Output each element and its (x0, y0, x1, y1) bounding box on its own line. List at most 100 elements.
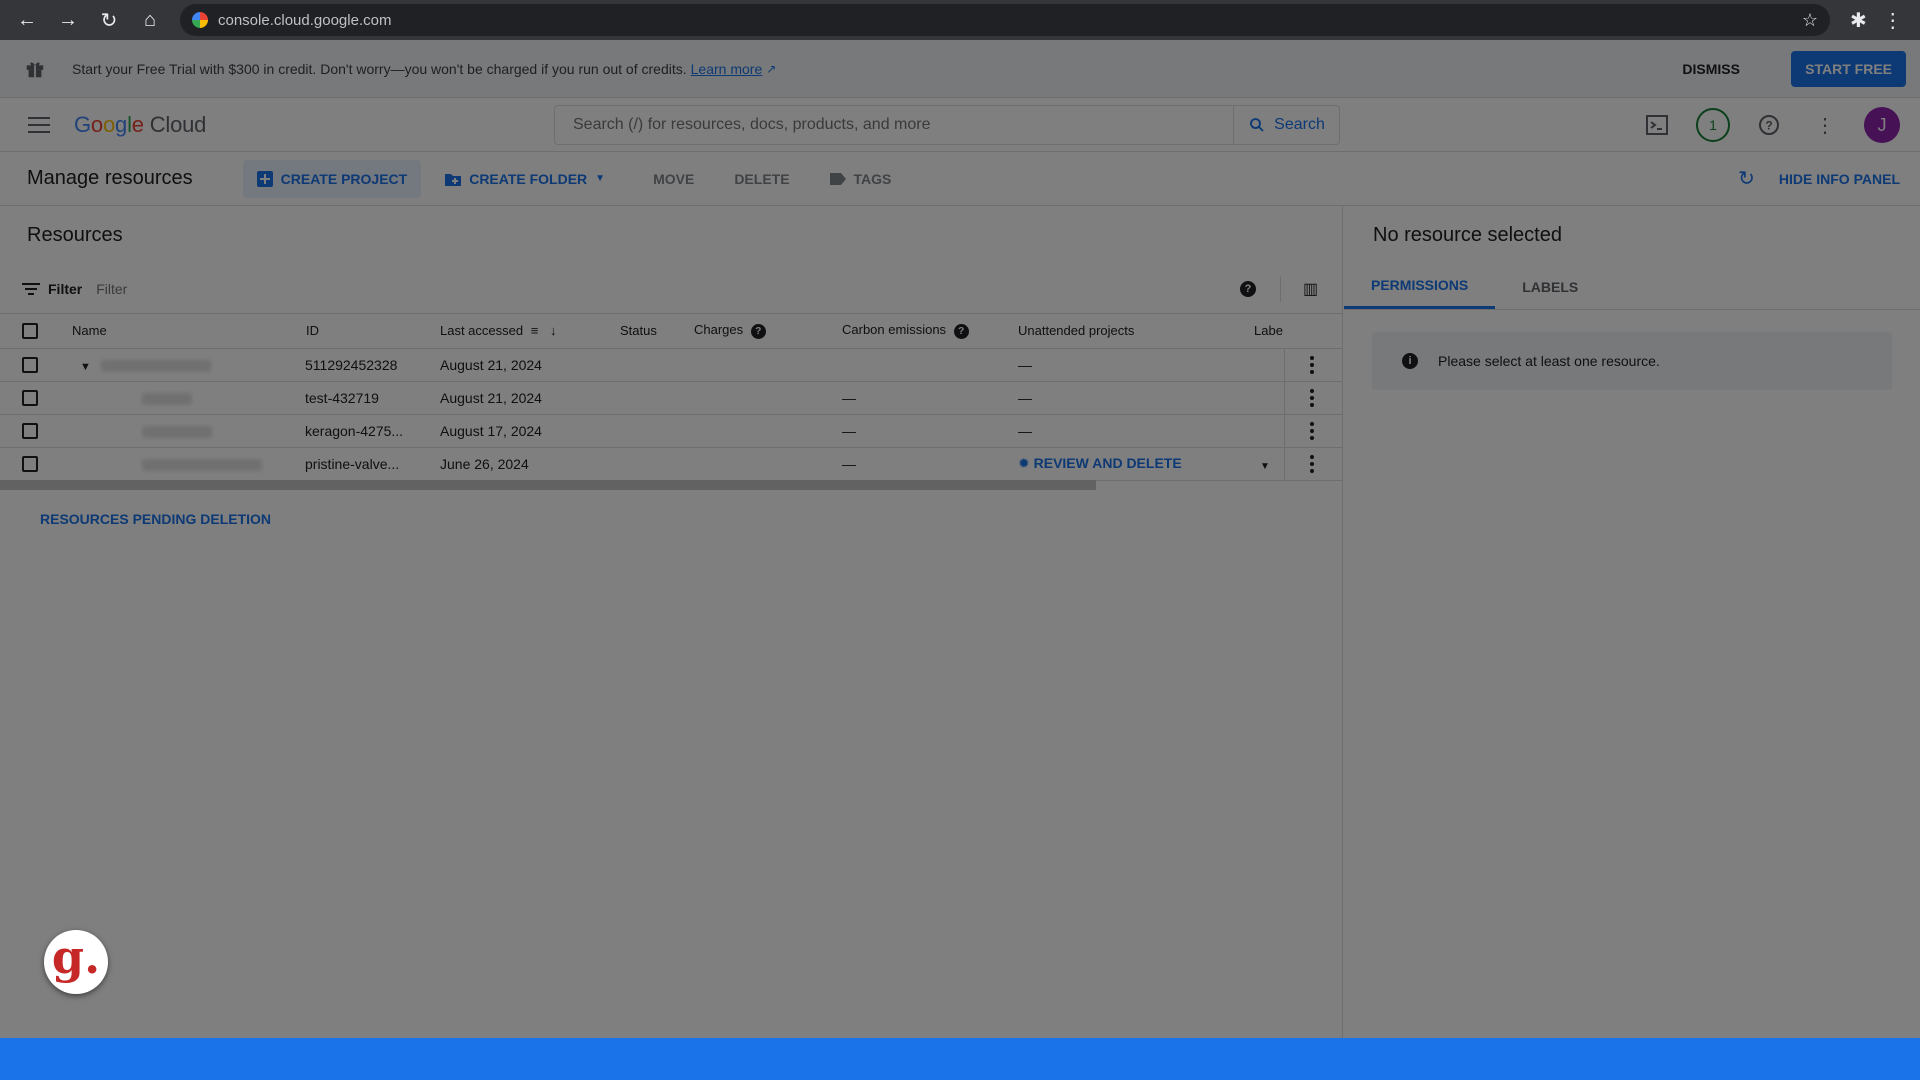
delete-button[interactable]: DELETE (720, 160, 803, 198)
tags-button[interactable]: TAGS (816, 160, 906, 198)
column-display-icon[interactable]: ▥ (1303, 279, 1318, 299)
refresh-icon[interactable]: ↻ (1738, 166, 1755, 191)
hide-info-panel-button[interactable]: HIDE INFO PANEL (1779, 171, 1900, 187)
column-carbon-emissions[interactable]: Carbon emissions ? (842, 314, 1018, 349)
project-name-redacted[interactable] (100, 359, 211, 372)
filter-icon (22, 282, 40, 295)
table-header-row: Name ID Last accessed ≡ ↓ Status Charges… (0, 314, 1344, 349)
external-link-icon: ↗ (766, 61, 777, 76)
cloud-shell-icon[interactable] (1640, 108, 1674, 142)
column-labels[interactable]: Labe (1254, 314, 1344, 349)
tab-permissions[interactable]: PERMISSIONS (1344, 264, 1496, 309)
start-free-button[interactable]: START FREE (1791, 50, 1906, 87)
filter-input[interactable] (96, 280, 797, 297)
row-actions-icon[interactable] (1309, 454, 1314, 473)
row-checkbox[interactable] (22, 357, 38, 374)
extensions-icon[interactable]: ✱ (1850, 8, 1867, 33)
tags-label: TAGS (853, 170, 892, 187)
project-name-redacted[interactable] (142, 392, 192, 405)
dismiss-button[interactable]: DISMISS (1682, 61, 1740, 77)
row-charges (694, 414, 842, 448)
horizontal-scrollbar[interactable] (0, 480, 1096, 490)
resources-section: Resources Filter ? ▥ Name ID Last access… (0, 206, 1344, 1038)
resources-pending-deletion-link[interactable]: RESOURCES PENDING DELETION (40, 511, 271, 527)
banner-text: Start your Free Trial with $300 in credi… (72, 60, 687, 77)
row-actions-icon[interactable] (1309, 388, 1314, 407)
address-bar[interactable]: console.cloud.google.com ☆ (180, 4, 1830, 36)
row-charges (694, 447, 842, 481)
sort-filter-icon[interactable]: ≡ (531, 323, 539, 338)
column-charges[interactable]: Charges ? (694, 314, 842, 349)
back-icon[interactable]: ← (12, 5, 42, 35)
column-name[interactable]: Name (60, 314, 305, 349)
reload-icon[interactable]: ↻ (94, 5, 124, 35)
resources-table: Name ID Last accessed ≡ ↓ Status Charges… (0, 314, 1344, 481)
add-box-icon (256, 170, 273, 187)
logo-cloud-text: Cloud (149, 111, 207, 137)
row-id: pristine-valve... (305, 447, 440, 481)
avatar[interactable]: J (1864, 107, 1900, 143)
bookmark-star-icon[interactable]: ☆ (1802, 10, 1818, 31)
project-name-redacted[interactable] (142, 425, 212, 438)
chevron-down-icon[interactable]: ▼ (1260, 461, 1270, 472)
search-icon (1250, 118, 1264, 132)
row-last-accessed: August 17, 2024 (440, 414, 620, 448)
info-panel-title: No resource selected (1373, 224, 1562, 246)
more-options-icon[interactable]: ⋮ (1808, 108, 1842, 142)
column-id[interactable]: ID (305, 314, 440, 349)
expand-arrow-icon[interactable]: ▼ (80, 361, 91, 373)
help-icon[interactable]: ? (953, 324, 969, 340)
row-unattended: — (1018, 348, 1254, 382)
column-last-accessed-label: Last accessed (440, 323, 524, 339)
select-all-checkbox[interactable] (22, 323, 38, 340)
table-row[interactable]: test-432719 August 21, 2024 — — (0, 381, 1344, 415)
browser-menu-icon[interactable]: ⋮ (1883, 8, 1903, 33)
google-cloud-logo[interactable]: Google Cloud (74, 112, 206, 138)
table-row[interactable]: ▼ 511292452328 August 21, 2024 — (0, 348, 1344, 382)
tab-labels[interactable]: LABELS (1495, 264, 1605, 309)
search-input[interactable] (555, 106, 1233, 144)
logo-google-text: Google (74, 111, 144, 137)
table-row[interactable]: pristine-valve... June 26, 2024 — ✹ REVI… (0, 447, 1344, 481)
home-icon[interactable]: ⌂ (135, 5, 165, 35)
project-name-redacted[interactable] (142, 458, 262, 471)
toolbar-right: ↻ HIDE INFO PANEL (1738, 166, 1900, 191)
create-project-button[interactable]: CREATE PROJECT (242, 159, 422, 198)
row-last-accessed: August 21, 2024 (440, 348, 620, 382)
move-button[interactable]: MOVE (639, 160, 708, 198)
row-id: 511292452328 (305, 348, 440, 382)
resources-title: Resources (27, 224, 123, 246)
main-menu-icon[interactable] (28, 116, 50, 133)
row-unattended: — (1018, 381, 1254, 415)
learn-more-link[interactable]: Learn more (691, 61, 763, 77)
help-icon[interactable]: ? (750, 324, 766, 340)
row-unattended: — (1018, 414, 1254, 448)
free-trial-banner: Start your Free Trial with $300 in credi… (0, 40, 1920, 98)
row-checkbox[interactable] (22, 423, 38, 440)
notifications-badge[interactable]: 1 (1696, 108, 1730, 142)
row-checkbox[interactable] (22, 390, 38, 407)
row-id: test-432719 (305, 381, 440, 415)
help-icon[interactable]: ? (1240, 280, 1256, 297)
row-actions-icon[interactable] (1309, 355, 1314, 374)
divider (1280, 276, 1281, 302)
create-folder-button[interactable]: CREATE FOLDER ▼ (431, 160, 619, 198)
browser-toolbar: ← → ↻ ⌂ console.cloud.google.com ☆ ✱ ⋮ (0, 0, 1920, 40)
info-panel: No resource selected PERMISSIONS LABELS … (1344, 206, 1920, 1038)
column-unattended-projects[interactable]: Unattended projects (1018, 314, 1254, 349)
row-actions-icon[interactable] (1309, 421, 1314, 440)
arrow-down-icon[interactable]: ↓ (550, 323, 557, 338)
create-folder-label: CREATE FOLDER (469, 170, 588, 187)
table-row[interactable]: keragon-4275... August 17, 2024 — — (0, 414, 1344, 448)
filter-label: Filter (48, 280, 83, 297)
help-icon[interactable]: ? (1752, 108, 1786, 142)
row-checkbox[interactable] (22, 456, 38, 473)
folder-add-icon (445, 173, 462, 186)
column-status[interactable]: Status (620, 314, 694, 349)
filter-bar: Filter ? ▥ (0, 264, 1343, 314)
review-and-delete-button[interactable]: ✹ REVIEW AND DELETE (1018, 447, 1254, 481)
floating-assistant-button[interactable]: g. (44, 930, 108, 994)
search-button[interactable]: Search (1233, 106, 1339, 144)
column-last-accessed[interactable]: Last accessed ≡ ↓ (440, 314, 620, 349)
forward-icon[interactable]: → (53, 5, 83, 35)
